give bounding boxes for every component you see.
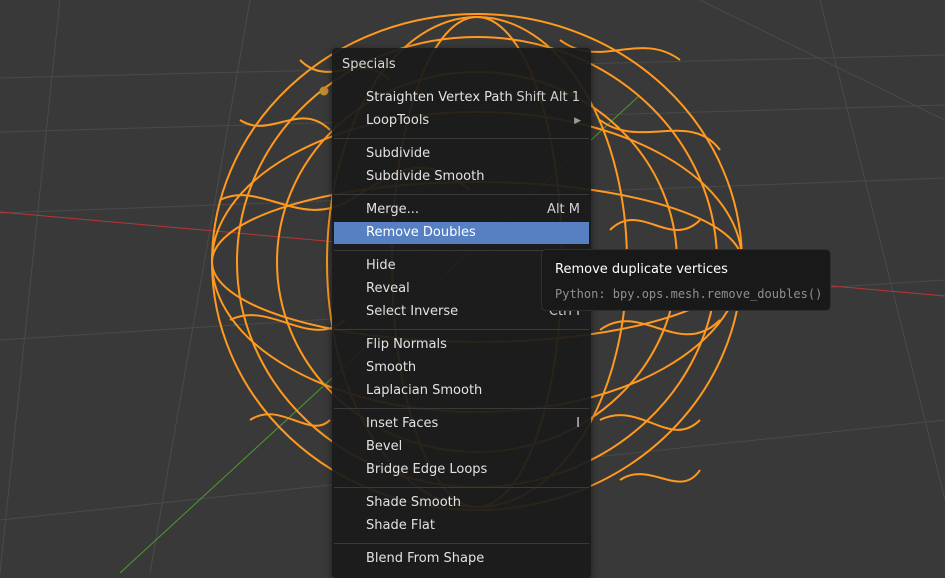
menu-item-subdivide[interactable]: Subdivide xyxy=(334,143,589,165)
menu-item-label: Shade Smooth xyxy=(366,495,461,510)
menu-item-label: LoopTools xyxy=(366,113,430,128)
menu-item-label: Select Inverse xyxy=(366,304,459,319)
menu-item-bridge-edge-loops[interactable]: Bridge Edge Loops xyxy=(334,459,589,481)
menu-item-shortcut: Shift Alt 1 xyxy=(516,90,580,105)
menu-item-looptools[interactable]: LoopTools ▶ xyxy=(334,110,589,132)
menu-item-smooth[interactable]: Smooth xyxy=(334,357,589,379)
menu-separator xyxy=(334,408,589,409)
menu-separator xyxy=(334,194,589,195)
menu-separator xyxy=(334,138,589,139)
menu-item-remove-doubles[interactable]: Remove Doubles xyxy=(334,222,589,244)
menu-item-label: Reveal xyxy=(366,281,410,296)
menu-item-inset-faces[interactable]: Inset Faces I xyxy=(334,413,589,435)
menu-item-label: Laplacian Smooth xyxy=(366,383,483,398)
menu-item-label: Flip Normals xyxy=(366,337,447,352)
menu-item-merge[interactable]: Merge... Alt M xyxy=(334,199,589,221)
specials-menu: Specials Straighten Vertex Path Shift Alt… xyxy=(332,48,591,578)
menu-item-shade-smooth[interactable]: Shade Smooth xyxy=(334,492,589,514)
menu-item-label: Subdivide xyxy=(366,146,431,161)
menu-item-laplacian-smooth[interactable]: Laplacian Smooth xyxy=(334,380,589,402)
menu-item-label: Bevel xyxy=(366,439,403,454)
menu-item-straighten-vertex-path[interactable]: Straighten Vertex Path Shift Alt 1 xyxy=(334,87,589,109)
menu-item-blend-from-shape[interactable]: Blend From Shape xyxy=(334,548,589,570)
menu-item-label: Smooth xyxy=(366,360,417,375)
menu-item-label: Remove Doubles xyxy=(366,225,476,240)
menu-separator xyxy=(334,487,589,488)
menu-separator xyxy=(334,543,589,544)
triangle-right-icon: ▶ xyxy=(574,116,581,126)
menu-item-subdivide-smooth[interactable]: Subdivide Smooth xyxy=(334,166,589,188)
menu-item-bevel[interactable]: Bevel xyxy=(334,436,589,458)
menu-item-flip-normals[interactable]: Flip Normals xyxy=(334,334,589,356)
menu-item-label: Bridge Edge Loops xyxy=(366,462,488,477)
menu-item-label: Straighten Vertex Path xyxy=(366,90,513,105)
menu-item-shortcut: I xyxy=(576,416,580,431)
menu-title: Specials xyxy=(342,57,396,72)
operator-tooltip: Remove duplicate vertices Python: bpy.op… xyxy=(541,249,831,311)
menu-item-shortcut: Alt M xyxy=(547,202,580,217)
menu-item-label: Shade Flat xyxy=(366,518,435,533)
menu-item-label: Hide xyxy=(366,258,396,273)
menu-item-label: Blend From Shape xyxy=(366,551,485,566)
tooltip-python: Python: bpy.ops.mesh.remove_doubles() xyxy=(555,287,823,301)
menu-item-label: Subdivide Smooth xyxy=(366,169,485,184)
menu-item-label: Merge... xyxy=(366,202,419,217)
menu-item-label: Inset Faces xyxy=(366,416,439,431)
tooltip-title: Remove duplicate vertices xyxy=(555,262,728,277)
menu-separator xyxy=(334,329,589,330)
mesh-vertex xyxy=(319,86,329,96)
menu-item-shade-flat[interactable]: Shade Flat xyxy=(334,515,589,537)
